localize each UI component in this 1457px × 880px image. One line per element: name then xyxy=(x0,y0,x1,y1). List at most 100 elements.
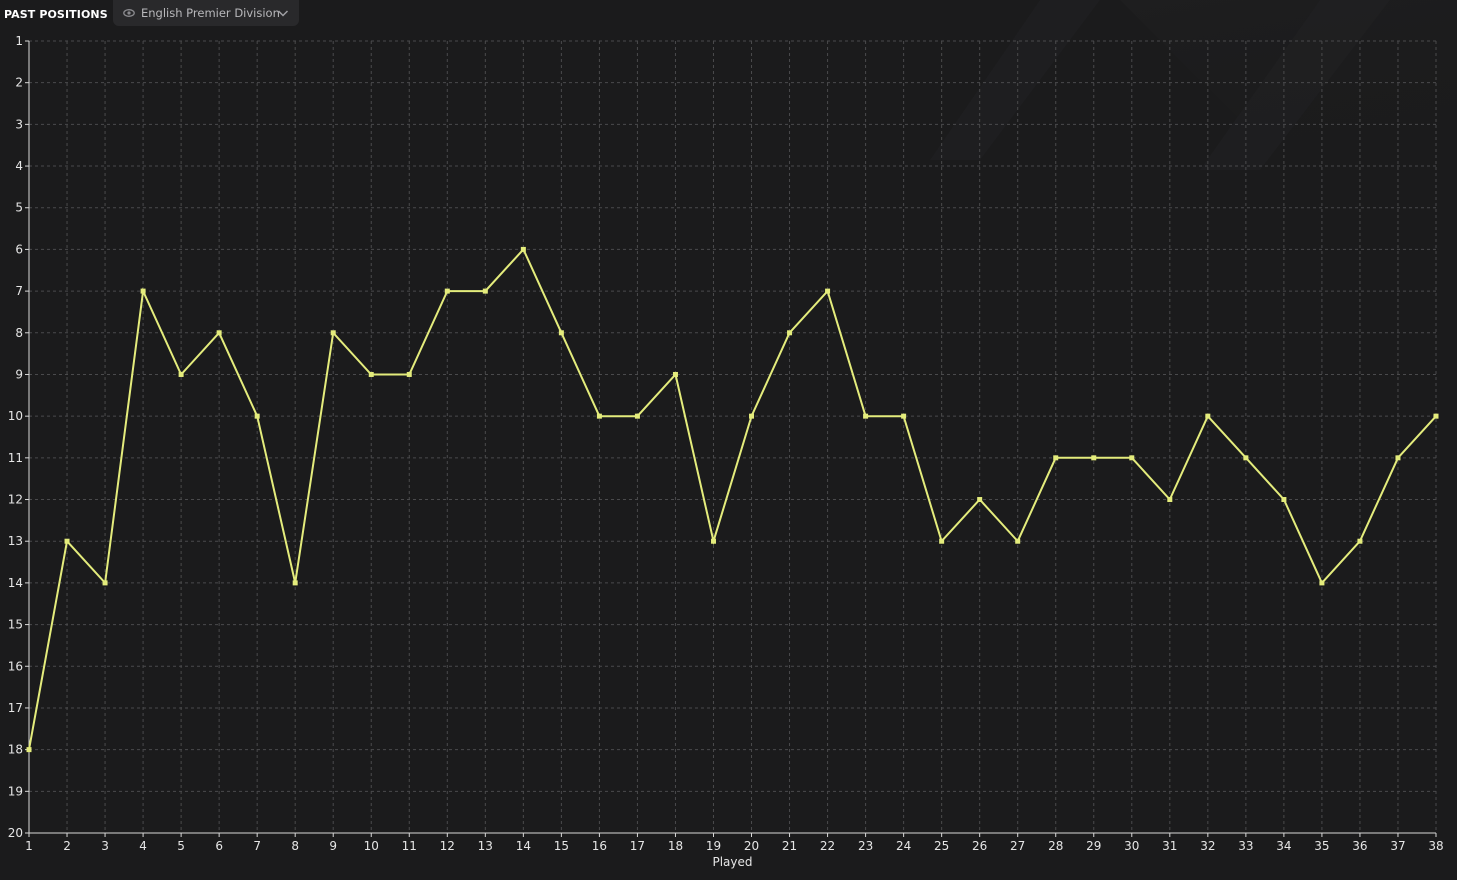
data-point[interactable] xyxy=(64,538,70,544)
data-point[interactable] xyxy=(558,330,564,336)
x-tick-label: 20 xyxy=(744,839,759,853)
data-point[interactable] xyxy=(1395,455,1401,461)
y-tick-label: 5 xyxy=(15,201,23,215)
x-tick-label: 1 xyxy=(25,839,33,853)
data-point[interactable] xyxy=(368,371,374,377)
data-point[interactable] xyxy=(749,413,755,419)
x-tick-label: 29 xyxy=(1086,839,1101,853)
y-tick-label: 10 xyxy=(8,409,23,423)
x-tick-label: 26 xyxy=(972,839,987,853)
y-tick-label: 12 xyxy=(8,493,23,507)
x-tick-label: 3 xyxy=(101,839,109,853)
y-tick-label: 3 xyxy=(15,117,23,131)
x-tick-label: 12 xyxy=(440,839,455,853)
y-tick-label: 11 xyxy=(8,451,23,465)
x-tick-label: 7 xyxy=(253,839,261,853)
y-tick-label: 8 xyxy=(15,326,23,340)
data-point[interactable] xyxy=(939,538,945,544)
x-tick-label: 2 xyxy=(63,839,71,853)
x-tick-label: 30 xyxy=(1124,839,1139,853)
data-point[interactable] xyxy=(825,288,831,294)
y-tick-label: 14 xyxy=(8,576,23,590)
x-tick-label: 6 xyxy=(215,839,223,853)
x-axis-ticks: 1 2 3 4 5 6 7 8 9 10 11 12 13 14 15 16 17 18 19 20 21 22 23 24 2… xyxy=(25,833,1444,853)
y-tick-label: 2 xyxy=(15,76,23,90)
x-tick-label: 18 xyxy=(668,839,683,853)
data-point[interactable] xyxy=(406,371,412,377)
x-tick-label: 19 xyxy=(706,839,721,853)
chart-grid xyxy=(28,40,1437,834)
y-axis-ticks: 1234567891011121314151617181920 xyxy=(8,34,29,840)
data-point[interactable] xyxy=(863,413,869,419)
data-point[interactable] xyxy=(1167,497,1173,503)
y-tick-label: 19 xyxy=(8,784,23,798)
data-point[interactable] xyxy=(216,330,222,336)
data-point[interactable] xyxy=(1205,413,1211,419)
x-tick-label: 37 xyxy=(1390,839,1405,853)
x-tick-label: 21 xyxy=(782,839,797,853)
x-tick-label: 27 xyxy=(1010,839,1025,853)
x-tick-label: 31 xyxy=(1162,839,1177,853)
data-point[interactable] xyxy=(254,413,260,419)
y-tick-label: 17 xyxy=(8,701,23,715)
x-tick-label: 34 xyxy=(1276,839,1291,853)
x-tick-label: 33 xyxy=(1238,839,1253,853)
x-tick-label: 38 xyxy=(1428,839,1443,853)
data-point[interactable] xyxy=(634,413,640,419)
x-tick-label: 17 xyxy=(630,839,645,853)
x-tick-label: 32 xyxy=(1200,839,1215,853)
y-tick-label: 15 xyxy=(8,618,23,632)
data-point[interactable] xyxy=(102,580,108,586)
data-point[interactable] xyxy=(1053,455,1059,461)
x-tick-label: 10 xyxy=(364,839,379,853)
positions-chart: 1234567891011121314151617181920 12345678… xyxy=(8,34,1444,869)
x-axis-title: Played xyxy=(712,855,752,869)
data-point[interactable] xyxy=(1281,497,1287,503)
data-point[interactable] xyxy=(1091,455,1097,461)
data-point[interactable] xyxy=(710,538,716,544)
x-tick-label: 25 xyxy=(934,839,949,853)
data-point[interactable] xyxy=(901,413,907,419)
x-tick-label: 16 xyxy=(592,839,607,853)
data-point[interactable] xyxy=(1015,538,1021,544)
x-tick-label: 4 xyxy=(139,839,147,853)
x-tick-label: 13 xyxy=(478,839,493,853)
data-point[interactable] xyxy=(292,580,298,586)
y-tick-label: 1 xyxy=(15,34,23,48)
data-point[interactable] xyxy=(444,288,450,294)
y-tick-label: 9 xyxy=(15,367,23,381)
y-tick-label: 7 xyxy=(15,284,23,298)
x-tick-label: 24 xyxy=(896,839,911,853)
data-point[interactable] xyxy=(26,747,32,753)
y-tick-label: 20 xyxy=(8,826,23,840)
data-point[interactable] xyxy=(787,330,793,336)
data-point[interactable] xyxy=(140,288,146,294)
data-point[interactable] xyxy=(977,497,983,503)
x-tick-label: 35 xyxy=(1314,839,1329,853)
x-tick-label: 28 xyxy=(1048,839,1063,853)
chart-axes xyxy=(28,41,1436,834)
y-tick-label: 6 xyxy=(15,242,23,256)
data-point[interactable] xyxy=(1433,413,1439,419)
x-tick-label: 14 xyxy=(516,839,531,853)
x-tick-label: 15 xyxy=(554,839,569,853)
x-tick-label: 22 xyxy=(820,839,835,853)
x-tick-label: 8 xyxy=(291,839,299,853)
y-tick-label: 16 xyxy=(8,659,23,673)
data-point[interactable] xyxy=(1319,580,1325,586)
data-point[interactable] xyxy=(1357,538,1363,544)
data-point[interactable] xyxy=(596,413,602,419)
x-tick-label: 23 xyxy=(858,839,873,853)
data-point[interactable] xyxy=(520,246,526,252)
data-point[interactable] xyxy=(1129,455,1135,461)
data-point[interactable] xyxy=(330,330,336,336)
data-point[interactable] xyxy=(178,371,184,377)
x-tick-label: 9 xyxy=(329,839,337,853)
data-point[interactable] xyxy=(672,371,678,377)
y-tick-label: 13 xyxy=(8,534,23,548)
past-positions-panel: PAST POSITIONS English Premier Division … xyxy=(0,0,1457,880)
x-tick-label: 5 xyxy=(177,839,185,853)
data-point[interactable] xyxy=(1243,455,1249,461)
data-point[interactable] xyxy=(482,288,488,294)
y-tick-label: 4 xyxy=(15,159,23,173)
